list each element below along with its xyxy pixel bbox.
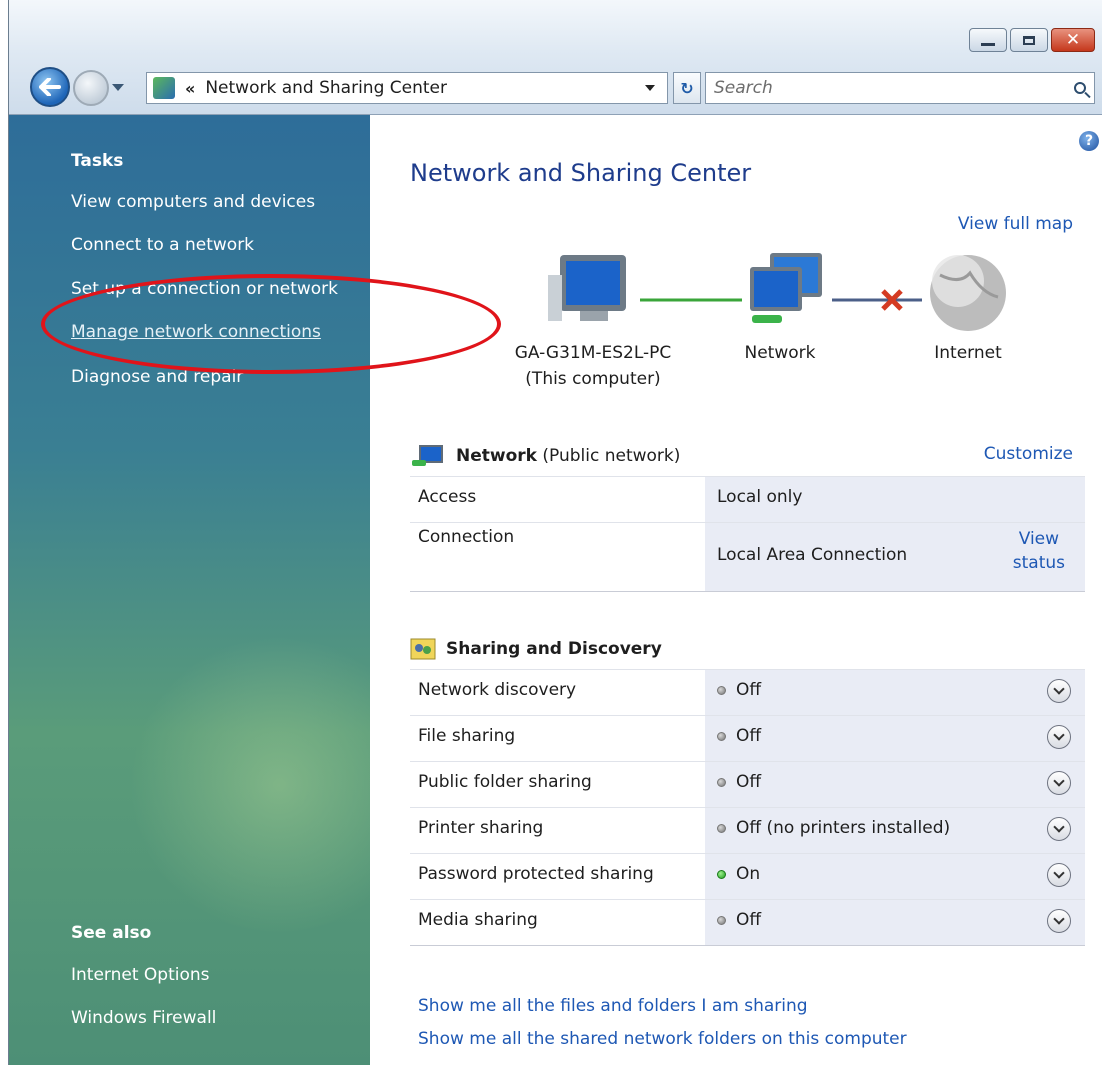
sharing-value: Off (no printers installed) — [736, 818, 951, 838]
table-row: Connection Local Area Connection View st… — [410, 522, 1085, 591]
address-bar[interactable]: « Network and Sharing Center — [146, 72, 668, 104]
sharing-status: Off (no printers installed) — [717, 818, 950, 838]
sharing-status: Off — [717, 772, 761, 792]
expand-button[interactable] — [1047, 725, 1071, 749]
maximize-icon — [1023, 35, 1035, 45]
sharing-value: Off — [736, 772, 762, 792]
minimize-icon — [981, 42, 995, 46]
address-path[interactable]: Network and Sharing Center — [205, 78, 645, 98]
expand-button[interactable] — [1047, 771, 1071, 795]
expand-button[interactable] — [1047, 909, 1071, 933]
status-off-icon — [717, 731, 726, 741]
access-value: Local only — [717, 487, 803, 507]
show-shared-folders-link[interactable]: Show me all the shared network folders o… — [418, 1029, 907, 1049]
close-icon: ✕ — [1065, 29, 1081, 50]
sharing-value: Off — [736, 726, 762, 746]
network-node-label[interactable]: Network — [730, 343, 830, 363]
view-full-map-link[interactable]: View full map — [958, 214, 1073, 234]
status-on-icon — [717, 869, 726, 879]
connection-value[interactable]: Local Area Connection — [717, 545, 907, 565]
sharing-value: On — [736, 864, 761, 884]
close-button[interactable]: ✕ — [1051, 28, 1095, 52]
sharing-value: Off — [736, 680, 762, 700]
table-row: Network discovery Off — [410, 669, 1085, 715]
table-row: File sharing Off — [410, 715, 1085, 761]
network-details-table: Access Local only Connection Local Area … — [410, 476, 1085, 592]
table-row: Public folder sharing Off — [410, 761, 1085, 807]
view-status-link[interactable]: View status — [1013, 527, 1065, 575]
table-row: Printer sharing Off (no printers install… — [410, 807, 1085, 853]
computer-name-label: GA-G31M-ES2L-PC — [514, 343, 672, 363]
refresh-button[interactable]: ↻ — [673, 72, 701, 104]
computer-icon — [548, 255, 626, 321]
network-sharing-window: ✕ « Network and Sharing Center ↻ Search … — [8, 0, 1102, 1065]
back-arrow-icon — [39, 78, 61, 96]
address-dropdown-icon[interactable] — [645, 85, 655, 91]
sharing-status: Off — [717, 910, 761, 930]
connection-label: Connection — [418, 527, 515, 547]
sharing-heading: Sharing and Discovery — [446, 639, 662, 659]
sharing-value: Off — [736, 910, 762, 930]
network-name: Network — [456, 446, 537, 466]
refresh-icon: ↻ — [680, 78, 694, 98]
internet-globe-icon — [930, 255, 1006, 331]
sharing-table: Network discovery Off File sharing Off P… — [410, 669, 1085, 946]
minimize-button[interactable] — [969, 28, 1007, 52]
task-pane: Tasks View computers and devices Connect… — [9, 115, 429, 1065]
window-chrome: ✕ « Network and Sharing Center ↻ Search — [9, 0, 1102, 115]
tasks-heading: Tasks — [71, 151, 124, 171]
back-button[interactable] — [30, 67, 70, 107]
see-also-heading: See also — [71, 923, 152, 943]
table-row: Access Local only — [410, 476, 1085, 522]
sharing-section-header: Sharing and Discovery — [410, 638, 662, 660]
sharing-label: Public folder sharing — [418, 772, 592, 792]
expand-button[interactable] — [1047, 863, 1071, 887]
table-row: Media sharing Off — [410, 899, 1085, 945]
internet-node-label[interactable]: Internet — [918, 343, 1018, 363]
page-title: Network and Sharing Center — [410, 159, 752, 187]
main-content: ? Network and Sharing Center View full m… — [370, 115, 1102, 1065]
search-input[interactable]: Search — [714, 78, 773, 98]
sharing-label: Printer sharing — [418, 818, 544, 838]
network-icon — [750, 253, 822, 323]
this-computer-label: (This computer) — [525, 369, 661, 389]
link-windows-firewall[interactable]: Windows Firewall — [71, 1008, 216, 1028]
expand-button[interactable] — [1047, 679, 1071, 703]
window-controls: ✕ — [969, 28, 1095, 52]
recent-pages-dropdown[interactable] — [112, 84, 124, 91]
search-icon[interactable] — [1074, 82, 1086, 94]
sharing-label: Media sharing — [418, 910, 538, 930]
view-status-line2[interactable]: status — [1013, 551, 1065, 575]
customize-link[interactable]: Customize — [984, 444, 1073, 464]
sharing-status: Off — [717, 680, 761, 700]
link-internet-options[interactable]: Internet Options — [71, 965, 210, 985]
forward-button[interactable] — [73, 70, 109, 106]
maximize-button[interactable] — [1010, 28, 1048, 52]
status-off-icon — [717, 777, 726, 787]
address-chevron[interactable]: « — [185, 79, 195, 98]
table-row: Password protected sharing On — [410, 853, 1085, 899]
sharing-label: File sharing — [418, 726, 516, 746]
status-off-icon — [717, 915, 726, 925]
sharing-label: Password protected sharing — [418, 864, 654, 884]
help-icon[interactable]: ? — [1079, 131, 1099, 151]
sharing-status: On — [717, 864, 760, 884]
network-center-icon — [153, 77, 175, 99]
show-shared-files-link[interactable]: Show me all the files and folders I am s… — [418, 996, 808, 1016]
task-connect-network[interactable]: Connect to a network — [71, 235, 254, 255]
status-off-icon — [717, 685, 726, 695]
network-section-header: Network (Public network) — [410, 444, 680, 468]
sharing-status: Off — [717, 726, 761, 746]
network-section-icon — [412, 445, 443, 466]
highlight-oval — [41, 274, 501, 374]
sharing-section-icon — [410, 638, 436, 660]
access-label: Access — [418, 487, 477, 507]
sharing-label: Network discovery — [418, 680, 577, 700]
task-view-computers[interactable]: View computers and devices — [71, 192, 315, 212]
search-box[interactable]: Search — [705, 72, 1095, 104]
network-type: (Public network) — [542, 446, 681, 466]
expand-button[interactable] — [1047, 817, 1071, 841]
status-off-icon — [717, 823, 726, 833]
view-status-line1[interactable]: View — [1013, 527, 1065, 551]
